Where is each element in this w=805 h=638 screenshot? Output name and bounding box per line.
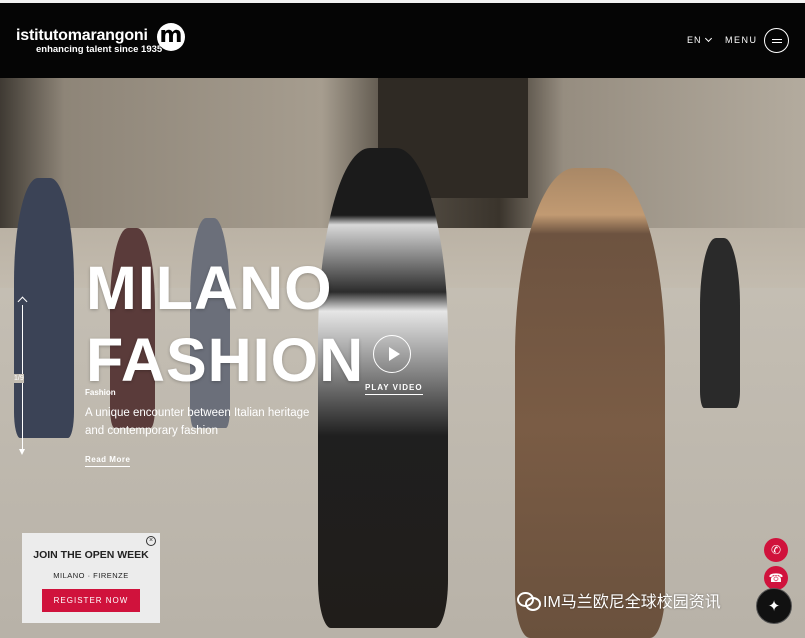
popup-title: JOIN THE OPEN WEEK [33, 549, 149, 561]
wechat-watermark: IM马兰欧尼全球校园资讯 [517, 588, 721, 612]
slide-counter: 1/9 [14, 374, 24, 383]
slider-next-arrow-icon[interactable] [19, 449, 25, 455]
hero-banner: MILANO FASHION Fashion A unique encounte… [0, 78, 805, 638]
menu-button[interactable] [764, 28, 789, 53]
site-header: istitutomarangoni enhancing talent since… [0, 0, 805, 78]
hero-description: A unique encounter between Italian herit… [85, 407, 310, 437]
read-more-link[interactable]: Read More [85, 455, 131, 467]
language-selector[interactable]: EN [687, 34, 712, 45]
register-now-button[interactable]: REGISTER NOW [42, 589, 140, 612]
menu-label[interactable]: MENU [725, 35, 758, 45]
logo-mark-icon[interactable]: m [157, 23, 185, 51]
logo-tagline: enhancing talent since 1935 [36, 44, 163, 55]
whatsapp-icon[interactable]: ☎ [764, 566, 788, 590]
play-video-link[interactable]: PLAY VIDEO [365, 383, 423, 395]
chevron-down-icon [704, 34, 712, 43]
hero-category: Fashion [85, 388, 116, 397]
hero-title-line1: MILANO [86, 254, 333, 322]
popup-cities: MILANO · FIRENZE [53, 571, 129, 580]
logo[interactable]: istitutomarangoni enhancing talent since… [16, 27, 162, 55]
wechat-icon [517, 592, 541, 611]
play-video-icon[interactable] [373, 335, 411, 373]
close-icon[interactable]: × [146, 536, 156, 546]
background-person [700, 238, 740, 408]
hero-title-line2: FASHION [86, 326, 365, 394]
hero-model-right [515, 168, 665, 638]
watermark-text: IM马兰欧尼全球校园资讯 [543, 594, 721, 611]
language-label: EN [687, 35, 702, 45]
background-person [14, 178, 74, 438]
image-tool-icon[interactable]: ✦ [756, 588, 792, 624]
open-week-popup: × JOIN THE OPEN WEEK MILANO · FIRENZE RE… [22, 533, 160, 623]
logo-wordmark: istitutomarangoni [16, 27, 148, 44]
phone-icon[interactable]: ✆ [764, 538, 788, 562]
hero-title: MILANO FASHION [86, 256, 364, 392]
